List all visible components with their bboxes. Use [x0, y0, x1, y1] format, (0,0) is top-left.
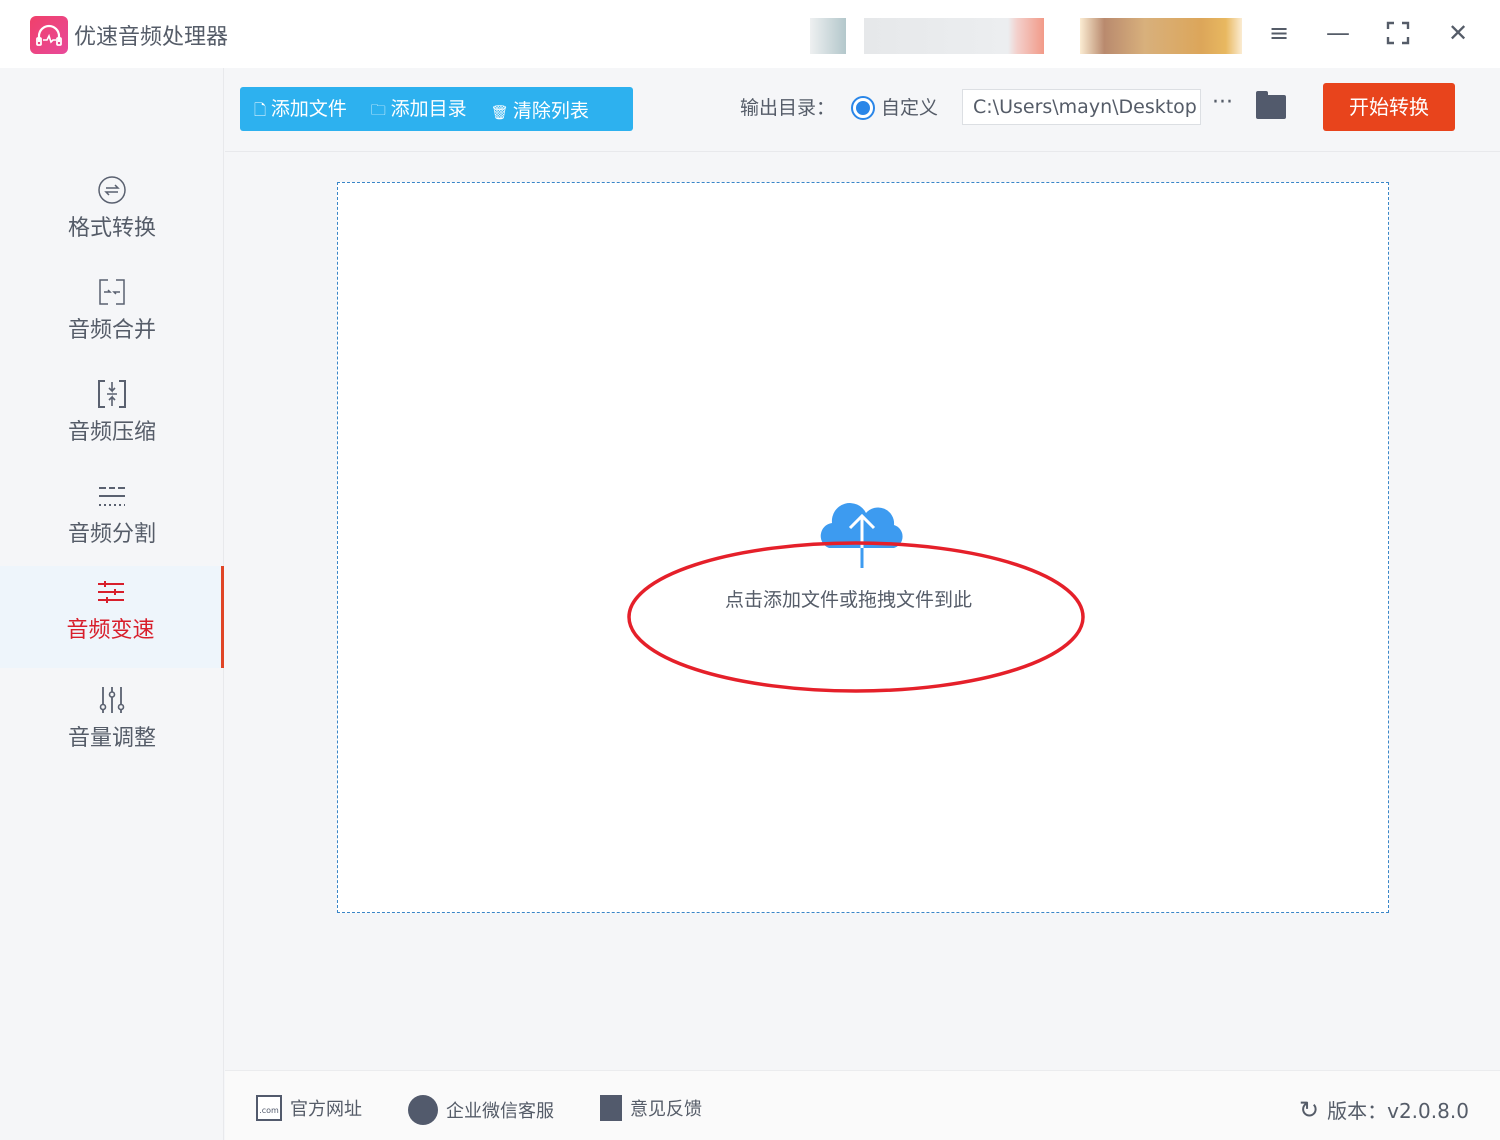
custom-radio-label[interactable]: 自定义	[881, 93, 938, 120]
sidebar-item-label: 音频分割	[67, 522, 156, 547]
sidebar-item-audio-split[interactable]: 音频分割	[0, 470, 224, 572]
trash-icon: 🗑	[490, 104, 513, 121]
app-title: 优速音频处理器	[74, 25, 229, 50]
file-button-group: 🗋 添加文件 🗀 添加目录 🗑 清除列表	[240, 87, 633, 131]
folder-icon: 🗀	[370, 100, 391, 119]
refresh-icon: ↻	[1299, 1095, 1320, 1124]
sidebar-item-audio-compress[interactable]: 音频压缩	[0, 368, 224, 470]
sidebar-item-volume-adjust[interactable]: 音量调整	[0, 674, 224, 776]
chat-icon	[408, 1095, 438, 1125]
maximize-icon[interactable]	[1381, 18, 1415, 48]
open-folder-icon[interactable]	[1256, 91, 1286, 119]
feedback-link[interactable]: 意见反馈	[600, 1095, 702, 1121]
toolbar: 🗋 添加文件 🗀 添加目录 🗑 清除列表 输出目录： 自定义 C:\Users\…	[225, 68, 1500, 152]
hamburger-icon[interactable]: ≡	[1262, 18, 1296, 48]
file-icon: 🗋	[254, 100, 271, 119]
merge-icon	[96, 276, 128, 308]
drop-zone-hint: 点击添加文件或拖拽文件到此	[725, 589, 973, 611]
add-file-button[interactable]: 🗋 添加文件	[254, 94, 347, 125]
version-check[interactable]: ↻ 版本：v2.0.8.0	[1299, 1095, 1469, 1124]
wechat-support-link[interactable]: 企业微信客服	[408, 1095, 554, 1125]
compress-icon	[96, 378, 128, 410]
website-icon: .com	[256, 1095, 282, 1121]
website-link[interactable]: .com 官方网址	[256, 1095, 362, 1121]
split-icon	[96, 480, 128, 512]
minimize-icon[interactable]: —	[1321, 18, 1355, 48]
sidebar-item-audio-merge[interactable]: 音频合并	[0, 266, 224, 368]
volume-icon	[96, 684, 128, 716]
clear-list-button[interactable]: 🗑 清除列表	[491, 96, 589, 123]
speed-icon	[95, 576, 127, 608]
output-dir-label: 输出目录：	[740, 97, 836, 119]
sidebar-item-label: 音量调整	[67, 726, 156, 751]
output-path-input[interactable]: C:\Users\mayn\Desktop	[962, 89, 1201, 125]
sidebar-item-label: 音频合并	[67, 318, 156, 343]
app-logo-icon	[30, 16, 68, 54]
sidebar-item-label: 音频压缩	[67, 420, 156, 445]
feedback-icon	[600, 1095, 622, 1121]
start-convert-button[interactable]: 开始转换	[1323, 83, 1455, 131]
sidebar-item-audio-speed[interactable]: 音频变速	[0, 566, 224, 668]
sidebar: 格式转换 音频合并 音频压缩 音频分割 音频变速 音量调整	[0, 68, 224, 1140]
sidebar-item-format-convert[interactable]: 格式转换	[0, 164, 224, 266]
more-options-button[interactable]: ···	[1212, 90, 1233, 115]
convert-icon	[96, 174, 128, 206]
footer: .com 官方网址 企业微信客服 意见反馈 ↻ 版本：v2.0.8.0	[225, 1070, 1500, 1140]
add-folder-button[interactable]: 🗀 添加目录	[371, 94, 467, 125]
close-icon[interactable]: ✕	[1441, 18, 1475, 48]
cloud-upload-icon	[820, 503, 903, 568]
sidebar-item-label: 格式转换	[67, 216, 156, 241]
sidebar-item-label: 音频变速	[66, 618, 155, 643]
title-bar: 优速音频处理器 ≡ — ✕	[0, 0, 1500, 68]
custom-radio[interactable]	[851, 96, 875, 120]
